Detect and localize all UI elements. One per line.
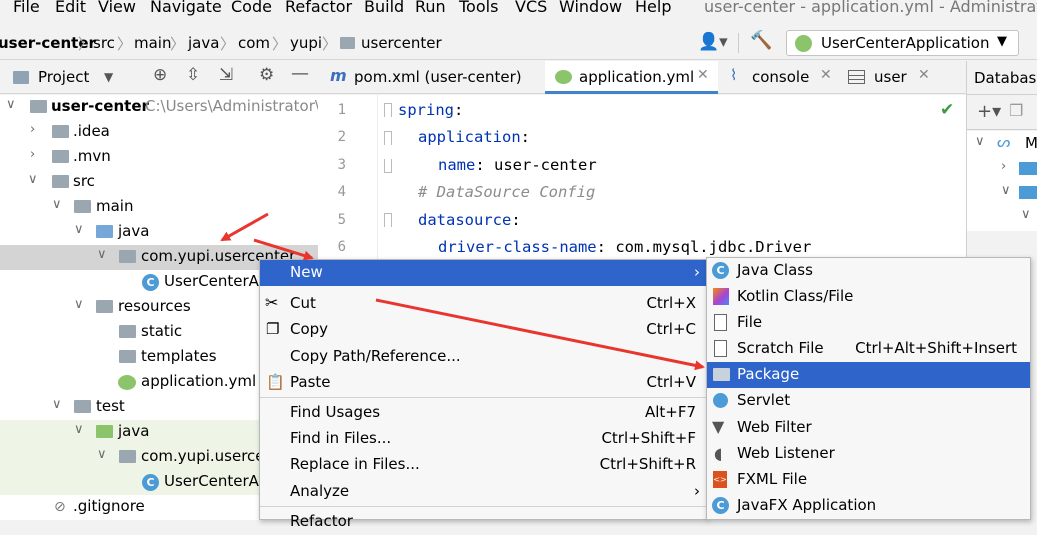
annotation-overlay [220,212,705,371]
annotation-arrow [375,298,705,371]
annotation-arrow [253,238,314,261]
annotation-arrow [220,212,269,242]
